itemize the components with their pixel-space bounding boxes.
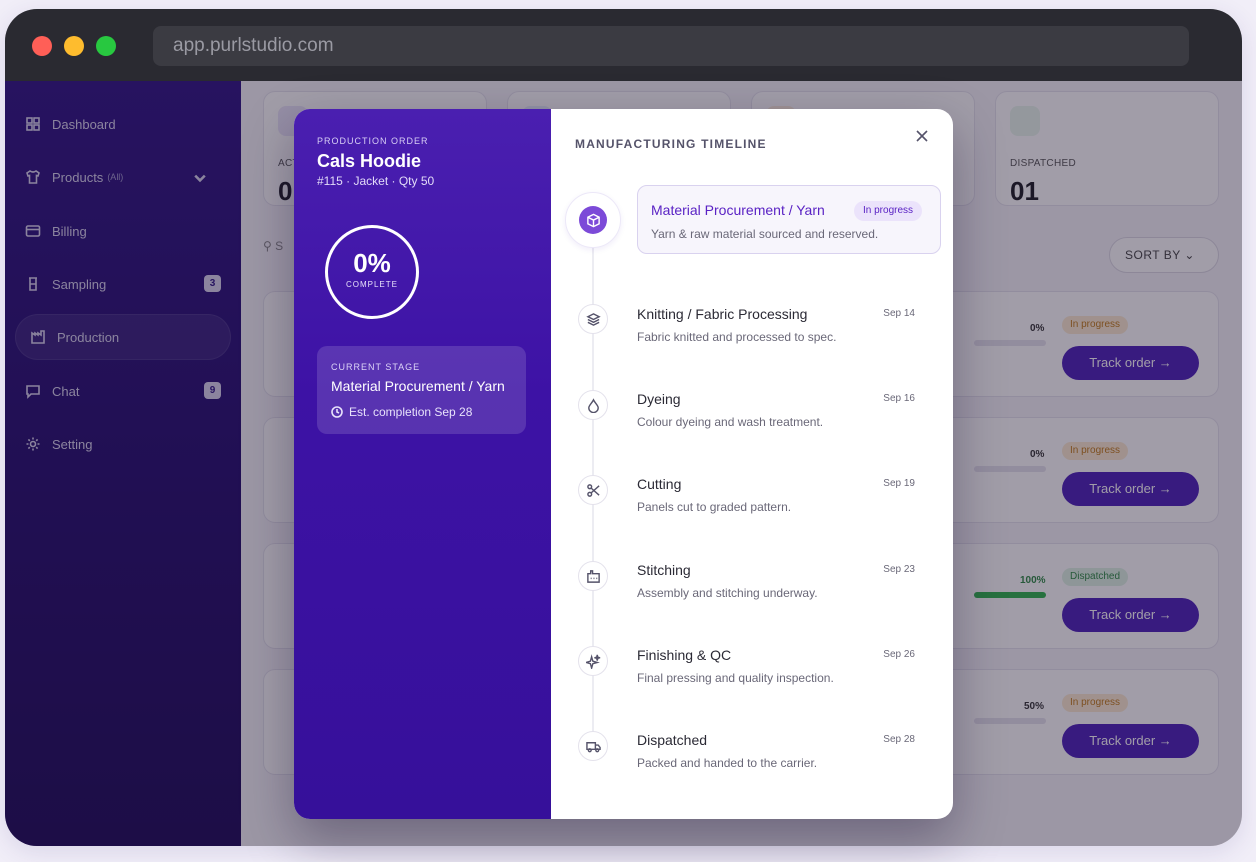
status-badge: In progress bbox=[854, 201, 923, 221]
timeline-node bbox=[578, 561, 608, 591]
step-description: Colour dyeing and wash treatment. bbox=[637, 415, 824, 429]
order-summary-panel: PRODUCTION ORDER Cals Hoodie #115 · Jack… bbox=[294, 109, 551, 819]
timeline-node bbox=[578, 304, 608, 334]
close-modal-button[interactable] bbox=[911, 125, 933, 147]
close-icon bbox=[916, 130, 928, 142]
current-stage-card: CURRENT STAGE Material Procurement / Yar… bbox=[317, 346, 526, 434]
step-description: Assembly and stitching underway. bbox=[637, 586, 818, 600]
timeline-panel: MANUFACTURING TIMELINE Material Procurem… bbox=[551, 109, 953, 819]
progress-label: COMPLETE bbox=[345, 280, 398, 289]
step-description: Panels cut to graded pattern. bbox=[637, 500, 792, 514]
step-name: Cutting bbox=[637, 476, 682, 492]
maximize-window-button[interactable] bbox=[96, 36, 116, 56]
order-meta: #115 · Jacket · Qty 50 bbox=[317, 174, 435, 188]
progress-value: 0% bbox=[353, 248, 391, 278]
close-window-button[interactable] bbox=[32, 36, 52, 56]
address-bar[interactable]: app.purlstudio.com bbox=[153, 26, 1189, 66]
current-stage-name: Material Procurement / Yarn bbox=[331, 378, 505, 394]
timeline-step-current[interactable]: Material Procurement / Yarn In progress … bbox=[637, 185, 941, 254]
minimize-window-button[interactable] bbox=[64, 36, 84, 56]
scissors-icon bbox=[586, 483, 600, 497]
factory-icon bbox=[586, 569, 600, 583]
timeline-node bbox=[578, 731, 608, 761]
step-name: Stitching bbox=[637, 562, 691, 578]
step-description: Yarn & raw material sourced and reserved… bbox=[651, 227, 879, 241]
layers-icon bbox=[585, 312, 601, 326]
box-icon bbox=[586, 213, 600, 227]
step-date: Sep 28 bbox=[883, 734, 915, 745]
step-name: Finishing & QC bbox=[637, 647, 732, 663]
current-stage-kicker: CURRENT STAGE bbox=[331, 362, 421, 372]
step-date: Sep 23 bbox=[883, 564, 915, 575]
timeline-node bbox=[578, 475, 608, 505]
order-name: Cals Hoodie bbox=[317, 151, 422, 171]
truck-icon bbox=[585, 741, 601, 752]
step-name: Dyeing bbox=[637, 391, 681, 407]
step-description: Final pressing and quality inspection. bbox=[637, 671, 834, 685]
step-description: Packed and handed to the carrier. bbox=[637, 756, 818, 770]
step-name: Knitting / Fabric Processing bbox=[637, 306, 808, 322]
step-date: Sep 16 bbox=[883, 393, 915, 404]
progress-ring: 0% COMPLETE bbox=[325, 225, 419, 319]
step-description: Fabric knitted and processed to spec. bbox=[637, 330, 837, 344]
timeline-node-current bbox=[565, 192, 621, 248]
timeline-node bbox=[578, 390, 608, 420]
clock-icon bbox=[331, 406, 343, 418]
order-kicker: PRODUCTION ORDER bbox=[317, 136, 429, 146]
timeline-title: MANUFACTURING TIMELINE bbox=[575, 137, 767, 151]
current-stage-eta: Est. completion Sep 28 bbox=[331, 405, 472, 419]
production-order-modal: PRODUCTION ORDER Cals Hoodie #115 · Jack… bbox=[294, 109, 953, 819]
droplet-icon bbox=[587, 397, 599, 413]
step-name: Material Procurement / Yarn bbox=[651, 202, 825, 218]
step-date: Sep 14 bbox=[883, 308, 915, 319]
browser-titlebar: app.purlstudio.com bbox=[5, 9, 1242, 81]
step-name: Dispatched bbox=[637, 732, 708, 748]
sparkle-icon bbox=[585, 653, 600, 669]
step-date: Sep 19 bbox=[883, 478, 915, 489]
timeline-node bbox=[578, 646, 608, 676]
step-date: Sep 26 bbox=[883, 649, 915, 660]
